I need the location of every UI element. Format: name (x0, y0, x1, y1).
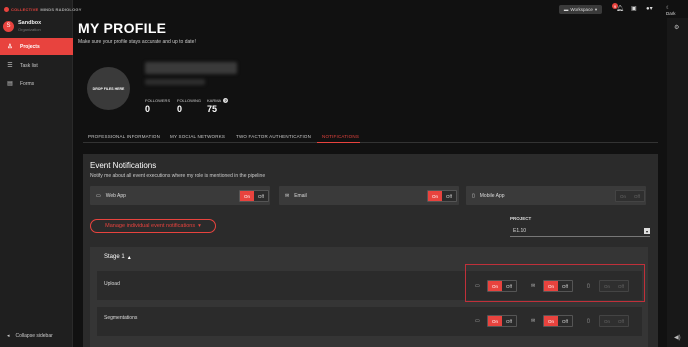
event-notifications-title: Event Notifications (90, 161, 157, 170)
sidebar-item-label: Task list (20, 62, 38, 69)
workspace-dropdown[interactable]: ▬ Workspace ▾ (559, 5, 602, 14)
settings-icon[interactable]: ⚙ (674, 24, 679, 31)
monitor-icon: ▭ (96, 192, 101, 199)
tab-two-factor[interactable]: TWO FACTOR AUTHENTICATION (236, 134, 311, 139)
profile-name-redacted (145, 62, 237, 74)
collapse-sidebar-button[interactable]: ◂ Collapse sidebar (7, 333, 53, 339)
theme-toggle[interactable]: ☾ Dark (666, 5, 676, 16)
stage-title: Stage 1 (104, 254, 125, 260)
stat-label: FOLLOWING (177, 98, 202, 103)
sidebar: COLLECTIVE MINDS RADIOLOGY S Sandbox Org… (0, 0, 81, 347)
collapse-sidebar-label: Collapse sidebar (15, 333, 53, 339)
stage-header[interactable]: Stage 1 ▴ (104, 254, 131, 261)
project-select[interactable]: E1.10 ▾ (510, 226, 650, 237)
segmentations-email-toggle[interactable]: On Off (543, 315, 573, 327)
stat-value: 75 (207, 104, 218, 114)
channel-label: Web App (105, 192, 126, 199)
person-icon: ♙ (7, 44, 13, 50)
sidebar-item-label: Projects (20, 43, 40, 50)
profile-tabs: PROFESSIONAL INFORMATION MY SOCIAL NETWO… (83, 131, 658, 143)
sidebar-item-label: Forms (20, 80, 35, 87)
manage-individual-notifications-button[interactable]: Manage individual event notifications ▾ (90, 219, 216, 233)
user-menu-icon[interactable]: ●▾ (646, 5, 653, 12)
org-switcher[interactable]: S Sandbox Organization (3, 20, 41, 32)
active-tab-indicator (317, 142, 360, 143)
karma-stat: KARMA? 75 (207, 98, 229, 114)
toggle-off: Off (630, 191, 644, 201)
event-notifications-subtitle: Notify me about all event executions whe… (90, 173, 266, 179)
chevron-down-icon: ▾ (644, 228, 650, 234)
project-label: PROJECT (510, 216, 532, 221)
forms-icon: ▤ (7, 81, 13, 87)
stat-value: 0 (145, 104, 151, 114)
web-app-toggle[interactable]: On Off (239, 190, 269, 202)
chevron-down-icon: ▾ (198, 223, 201, 229)
toggle-on[interactable]: On (544, 316, 558, 326)
highlight-box (465, 264, 645, 302)
manage-label: Manage individual event notifications (105, 223, 196, 229)
segmentations-web-toggle[interactable]: On Off (487, 315, 517, 327)
right-panel-bar: ⚙ ◀) (667, 18, 688, 347)
org-subtitle: Organization (18, 27, 41, 32)
toggle-on: On (600, 316, 614, 326)
email-toggle[interactable]: On Off (427, 190, 457, 202)
tab-professional-information[interactable]: PROFESSIONAL INFORMATION (88, 134, 160, 139)
brand-logo[interactable]: COLLECTIVE MINDS RADIOLOGY (4, 7, 82, 12)
stat-label: FOLLOWERS (145, 98, 171, 103)
toggle-off[interactable]: Off (254, 191, 268, 201)
sidebar-item-forms[interactable]: ▤ Forms (0, 75, 73, 92)
monitor-icon: ▭ (475, 318, 480, 324)
segmentations-mobile-toggle: On Off (599, 315, 629, 327)
row-label: Upload (104, 281, 120, 287)
app-root: COLLECTIVE MINDS RADIOLOGY S Sandbox Org… (0, 0, 688, 347)
chevron-down-icon: ▾ (594, 6, 598, 12)
toggle-off: Off (614, 316, 628, 326)
followers-stat: FOLLOWERS 0 (145, 98, 170, 114)
channel-label: Mobile App (479, 192, 505, 199)
brand-name-part1: COLLECTIVE (11, 7, 39, 12)
page-title: MY PROFILE (78, 20, 167, 36)
toggle-off[interactable]: Off (502, 316, 516, 326)
chat-icon[interactable]: ▣ (631, 5, 637, 12)
sidebar-item-projects[interactable]: ♙ Projects (0, 38, 73, 55)
tab-social-networks[interactable]: MY SOCIAL NETWORKS (170, 134, 225, 139)
volume-icon[interactable]: ◀) (674, 334, 681, 341)
org-name: Sandbox (18, 20, 42, 26)
mobile-icon: ▯ (587, 318, 590, 324)
following-stat: FOLLOWING 0 (177, 98, 201, 114)
sidebar-item-task-list[interactable]: ☰ Task list (0, 57, 73, 74)
stat-value: 0 (177, 104, 183, 114)
mobile-icon: ▯ (472, 192, 475, 199)
channel-label: Email (294, 192, 307, 199)
mail-icon: ✉ (285, 192, 290, 199)
toggle-on[interactable]: On (488, 316, 502, 326)
list-icon: ☰ (7, 63, 13, 69)
toggle-on[interactable]: On (428, 191, 442, 201)
logo-icon (4, 7, 9, 12)
toggle-off[interactable]: Off (442, 191, 456, 201)
toggle-on: On (616, 191, 630, 201)
toggle-on[interactable]: On (240, 191, 254, 201)
theme-label: Dark (666, 11, 676, 16)
toggle-off[interactable]: Off (558, 316, 572, 326)
stat-label: KARMA (207, 98, 222, 103)
help-icon[interactable]: ? (223, 98, 229, 103)
notification-badge: 9 (612, 3, 618, 9)
folder-icon: ▬ (563, 7, 569, 12)
mobile-app-toggle: On Off (615, 190, 645, 202)
project-value: E1.10 (513, 228, 527, 234)
row-label: Segmentations (104, 315, 138, 321)
org-avatar: S (3, 20, 14, 32)
collapse-icon: ◂ (7, 333, 10, 339)
workspace-label: Workspace (570, 7, 593, 12)
topbar: ▬ Workspace ▾ 🔔︎ 9 ▣ ●▾ ☾ Dark (73, 0, 676, 18)
tab-notifications[interactable]: NOTIFICATIONS (322, 134, 359, 139)
profile-role-redacted (145, 79, 205, 85)
avatar-dropzone[interactable]: DROP FILES HERE (87, 67, 130, 110)
mail-icon: ✉ (531, 318, 536, 324)
chevron-up-icon: ▴ (127, 255, 131, 261)
page-subtitle: Make sure your profile stays accurate an… (78, 39, 196, 45)
